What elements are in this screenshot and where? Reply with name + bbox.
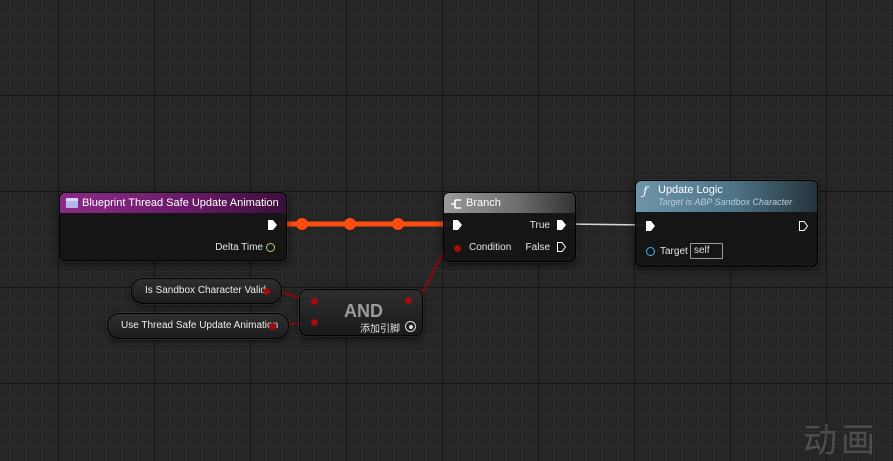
variable-node-use-thread-safe-update-animation[interactable]: Use Thread Safe Update Animation bbox=[107, 313, 289, 339]
exec-output-pin[interactable] bbox=[799, 221, 808, 231]
event-node[interactable]: Blueprint Thread Safe Update Animation D… bbox=[59, 192, 287, 261]
true-label: True bbox=[529, 220, 550, 231]
and-node-title: AND bbox=[344, 301, 383, 321]
condition-pin[interactable] bbox=[454, 245, 461, 252]
delta-time-pin[interactable] bbox=[266, 243, 275, 252]
variable-node-is-sandbox-character-valid[interactable]: Is Sandbox Character Valid bbox=[131, 278, 282, 304]
exec-wire-bubble bbox=[344, 218, 356, 230]
add-pin-label[interactable]: 添加引脚 bbox=[360, 320, 400, 335]
target-pin[interactable] bbox=[646, 247, 655, 256]
update-logic-subtitle: Target is ABP Sandbox Character bbox=[658, 197, 793, 207]
exec-wire-true-to-update bbox=[565, 223, 647, 226]
plus-circle-icon[interactable] bbox=[405, 321, 416, 332]
watermark-text: 动画 bbox=[803, 421, 879, 461]
branch-icon bbox=[450, 197, 462, 209]
and-node[interactable]: AND 添加引脚 bbox=[299, 289, 423, 336]
exec-wire-bubble bbox=[296, 218, 308, 230]
function-icon: ƒ bbox=[643, 184, 648, 198]
update-logic-header[interactable]: ƒ Update Logic Target is ABP Sandbox Cha… bbox=[636, 181, 817, 212]
branch-node-header[interactable]: Branch bbox=[444, 193, 575, 213]
target-label: Target bbox=[660, 246, 688, 257]
exec-output-pin[interactable] bbox=[268, 220, 277, 230]
variable-output-pin[interactable] bbox=[269, 323, 276, 330]
and-input-b-pin[interactable] bbox=[311, 319, 318, 326]
false-exec-pin[interactable] bbox=[557, 242, 566, 252]
event-node-title: Blueprint Thread Safe Update Animation bbox=[82, 197, 279, 209]
event-node-header[interactable]: Blueprint Thread Safe Update Animation bbox=[60, 193, 286, 213]
exec-input-pin[interactable] bbox=[646, 221, 655, 231]
true-exec-pin[interactable] bbox=[557, 220, 566, 230]
variable-label: Use Thread Safe Update Animation bbox=[121, 320, 279, 331]
target-value-field[interactable]: self bbox=[690, 243, 723, 259]
exec-input-pin[interactable] bbox=[453, 220, 462, 230]
exec-wire-bubble bbox=[392, 218, 404, 230]
and-input-a-pin[interactable] bbox=[311, 298, 318, 305]
condition-label: Condition bbox=[469, 242, 512, 253]
delta-time-label: Delta Time bbox=[215, 242, 263, 253]
variable-label: Is Sandbox Character Valid bbox=[145, 285, 266, 296]
branch-node-title: Branch bbox=[466, 197, 501, 209]
update-logic-node[interactable]: ƒ Update Logic Target is ABP Sandbox Cha… bbox=[635, 180, 818, 267]
branch-node[interactable]: Branch True Condition False bbox=[443, 192, 576, 262]
variable-output-pin[interactable] bbox=[263, 288, 270, 295]
and-output-pin[interactable] bbox=[405, 297, 412, 304]
event-icon bbox=[66, 198, 78, 208]
false-label: False bbox=[525, 242, 550, 253]
